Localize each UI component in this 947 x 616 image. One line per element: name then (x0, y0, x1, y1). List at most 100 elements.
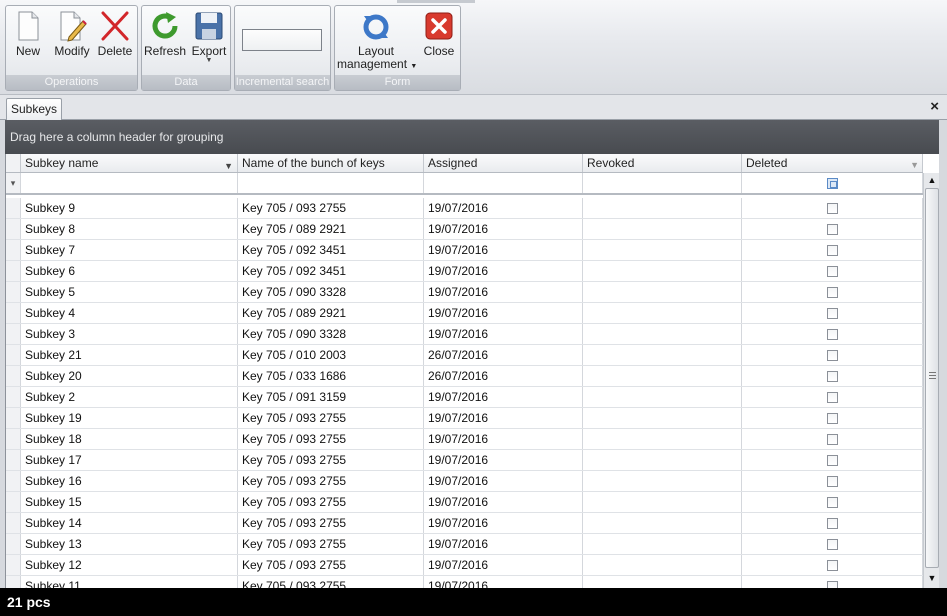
cell-bunch-name[interactable]: Key 705 / 093 2755 (238, 429, 424, 449)
scroll-up-icon[interactable]: ▲ (925, 173, 939, 187)
cell-revoked[interactable] (583, 555, 742, 575)
cell-bunch-name[interactable]: Key 705 / 092 3451 (238, 261, 424, 281)
cell-subkey-name[interactable]: Subkey 13 (21, 534, 238, 554)
cell-subkey-name[interactable]: Subkey 11 (21, 576, 238, 588)
deleted-checkbox[interactable] (827, 476, 838, 487)
column-header-bunch-name[interactable]: Name of the bunch of keys (238, 154, 424, 172)
cell-revoked[interactable] (583, 303, 742, 323)
cell-deleted[interactable] (742, 219, 923, 239)
table-row[interactable]: Subkey 7 Key 705 / 092 3451 19/07/2016 (6, 240, 923, 261)
close-tab-icon[interactable]: × (930, 99, 939, 115)
incremental-search-input[interactable] (242, 29, 322, 51)
deleted-checkbox[interactable] (827, 539, 838, 550)
cell-assigned[interactable]: 19/07/2016 (424, 471, 583, 491)
cell-revoked[interactable] (583, 492, 742, 512)
cell-revoked[interactable] (583, 471, 742, 491)
cell-assigned[interactable]: 19/07/2016 (424, 450, 583, 470)
column-header-revoked[interactable]: Revoked (583, 154, 742, 172)
cell-deleted[interactable] (742, 324, 923, 344)
deleted-checkbox[interactable] (827, 560, 838, 571)
cell-subkey-name[interactable]: Subkey 16 (21, 471, 238, 491)
cell-revoked[interactable] (583, 198, 742, 218)
table-row[interactable]: Subkey 21 Key 705 / 010 2003 26/07/2016 (6, 345, 923, 366)
cell-revoked[interactable] (583, 429, 742, 449)
deleted-checkbox[interactable] (827, 497, 838, 508)
refresh-button[interactable]: Refresh (144, 10, 186, 58)
cell-subkey-name[interactable]: Subkey 12 (21, 555, 238, 575)
filter-funnel-icon[interactable]: ▼ (910, 156, 919, 172)
cell-subkey-name[interactable]: Subkey 15 (21, 492, 238, 512)
cell-deleted[interactable] (742, 429, 923, 449)
layout-management-button[interactable]: Layout management ▼ (337, 10, 417, 73)
cell-deleted[interactable] (742, 303, 923, 323)
cell-bunch-name[interactable]: Key 705 / 093 2755 (238, 492, 424, 512)
table-row[interactable]: Subkey 3 Key 705 / 090 3328 19/07/2016 (6, 324, 923, 345)
scrollbar-thumb[interactable] (925, 188, 939, 568)
table-row[interactable]: Subkey 18 Key 705 / 093 2755 19/07/2016 (6, 429, 923, 450)
export-button[interactable]: Export ▼ (190, 10, 228, 64)
cell-bunch-name[interactable]: Key 705 / 093 2755 (238, 534, 424, 554)
cell-revoked[interactable] (583, 534, 742, 554)
column-header-deleted[interactable]: Deleted ▼ (742, 154, 923, 172)
cell-deleted[interactable] (742, 198, 923, 218)
table-row[interactable]: Subkey 4 Key 705 / 089 2921 19/07/2016 (6, 303, 923, 324)
cell-bunch-name[interactable]: Key 705 / 093 2755 (238, 471, 424, 491)
cell-deleted[interactable] (742, 492, 923, 512)
deleted-checkbox[interactable] (827, 245, 838, 256)
cell-revoked[interactable] (583, 366, 742, 386)
table-row[interactable]: Subkey 6 Key 705 / 092 3451 19/07/2016 (6, 261, 923, 282)
filter-cell-revoked[interactable] (583, 173, 742, 193)
table-row[interactable]: Subkey 13 Key 705 / 093 2755 19/07/2016 (6, 534, 923, 555)
cell-revoked[interactable] (583, 387, 742, 407)
cell-subkey-name[interactable]: Subkey 17 (21, 450, 238, 470)
cell-deleted[interactable] (742, 555, 923, 575)
cell-subkey-name[interactable]: Subkey 8 (21, 219, 238, 239)
deleted-checkbox[interactable] (827, 518, 838, 529)
cell-bunch-name[interactable]: Key 705 / 093 2755 (238, 450, 424, 470)
cell-deleted[interactable] (742, 513, 923, 533)
cell-assigned[interactable]: 19/07/2016 (424, 534, 583, 554)
cell-revoked[interactable] (583, 282, 742, 302)
table-row[interactable]: Subkey 9 Key 705 / 093 2755 19/07/2016 (6, 198, 923, 219)
cell-assigned[interactable]: 19/07/2016 (424, 555, 583, 575)
cell-bunch-name[interactable]: Key 705 / 093 2755 (238, 555, 424, 575)
deleted-checkbox[interactable] (827, 455, 838, 466)
cell-bunch-name[interactable]: Key 705 / 089 2921 (238, 219, 424, 239)
table-row[interactable]: Subkey 5 Key 705 / 090 3328 19/07/2016 (6, 282, 923, 303)
cell-bunch-name[interactable]: Key 705 / 093 2755 (238, 408, 424, 428)
deleted-checkbox[interactable] (827, 287, 838, 298)
cell-subkey-name[interactable]: Subkey 4 (21, 303, 238, 323)
cell-deleted[interactable] (742, 576, 923, 588)
cell-bunch-name[interactable]: Key 705 / 010 2003 (238, 345, 424, 365)
cell-deleted[interactable] (742, 534, 923, 554)
cell-assigned[interactable]: 19/07/2016 (424, 576, 583, 588)
column-filter-dropdown-icon[interactable]: ▼ (224, 157, 233, 172)
cell-subkey-name[interactable]: Subkey 2 (21, 387, 238, 407)
cell-deleted[interactable] (742, 366, 923, 386)
table-row[interactable]: Subkey 14 Key 705 / 093 2755 19/07/2016 (6, 513, 923, 534)
cell-assigned[interactable]: 19/07/2016 (424, 513, 583, 533)
cell-bunch-name[interactable]: Key 705 / 033 1686 (238, 366, 424, 386)
deleted-checkbox[interactable] (827, 581, 838, 588)
cell-assigned[interactable]: 19/07/2016 (424, 408, 583, 428)
cell-revoked[interactable] (583, 450, 742, 470)
group-by-panel[interactable]: Drag here a column header for grouping (5, 120, 939, 154)
modify-button[interactable]: Modify (52, 10, 92, 58)
cell-bunch-name[interactable]: Key 705 / 093 2755 (238, 576, 424, 588)
cell-assigned[interactable]: 19/07/2016 (424, 387, 583, 407)
cell-bunch-name[interactable]: Key 705 / 092 3451 (238, 240, 424, 260)
deleted-checkbox[interactable] (827, 413, 838, 424)
cell-subkey-name[interactable]: Subkey 6 (21, 261, 238, 281)
cell-revoked[interactable] (583, 576, 742, 588)
cell-bunch-name[interactable]: Key 705 / 091 3159 (238, 387, 424, 407)
column-header-subkey-name[interactable]: Subkey name ▼ (21, 154, 238, 172)
cell-deleted[interactable] (742, 450, 923, 470)
cell-assigned[interactable]: 19/07/2016 (424, 303, 583, 323)
deleted-checkbox[interactable] (827, 371, 838, 382)
cell-bunch-name[interactable]: Key 705 / 093 2755 (238, 198, 424, 218)
cell-revoked[interactable] (583, 345, 742, 365)
cell-subkey-name[interactable]: Subkey 20 (21, 366, 238, 386)
cell-revoked[interactable] (583, 513, 742, 533)
new-button[interactable]: New (10, 10, 46, 58)
cell-deleted[interactable] (742, 471, 923, 491)
